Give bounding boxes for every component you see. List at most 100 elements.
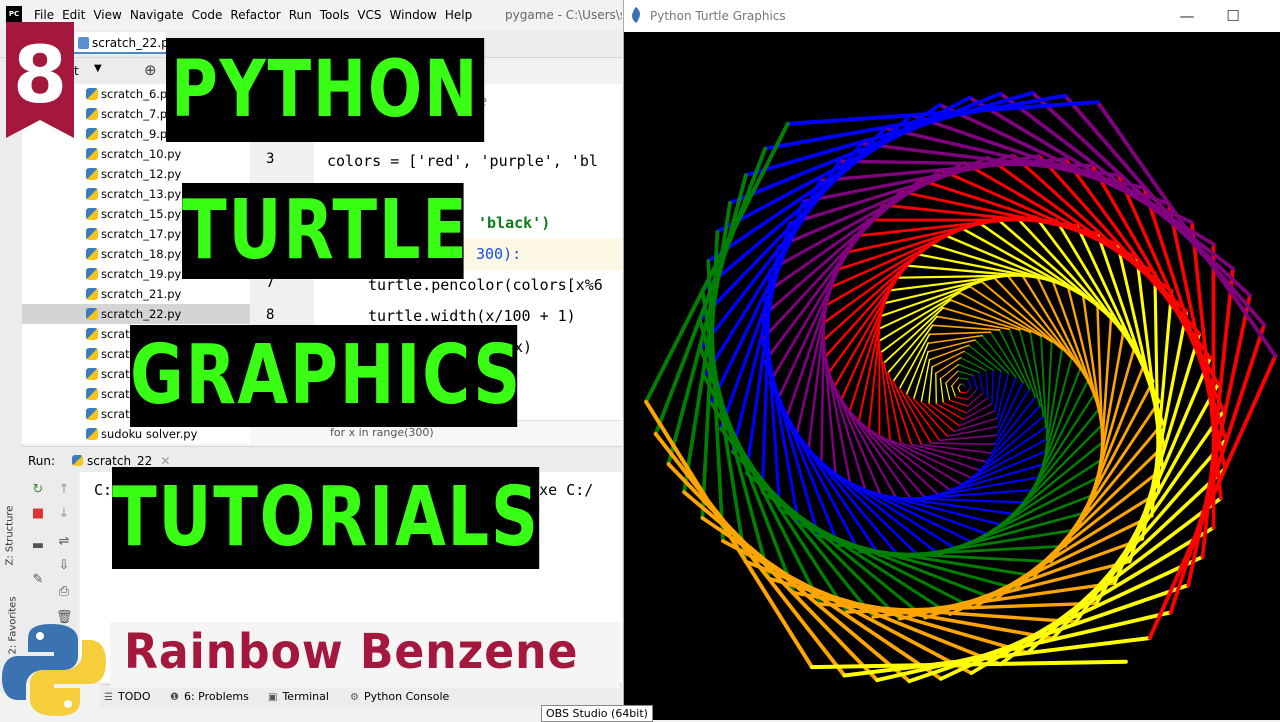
spiral-segment [968,379,971,387]
turtle-graphics-window: Python Turtle Graphics — ☐ ✕ [623,0,1280,720]
spiral-segment [950,400,968,406]
code-line: 300): [476,245,521,263]
layout-icon[interactable]: ▬ [30,538,46,554]
spiral-segment [979,372,983,393]
turtle-canvas [624,32,1280,720]
title-line: PYTHON [166,38,484,142]
python-file-icon [86,128,98,140]
python-logo-icon [2,620,106,720]
python-file-icon [72,455,83,466]
menu-view[interactable]: View [93,8,121,22]
line-number: 3 [266,151,274,167]
scroll-to-end-icon[interactable]: ⇩ [56,558,72,574]
print-icon[interactable]: ⎙ [56,584,72,600]
python-file-icon [86,368,98,380]
maximize-button[interactable]: ☐ [1210,2,1256,30]
python-console-tab[interactable]: ⚙Python Console [350,690,449,703]
menu-code[interactable]: Code [192,8,223,22]
file-item-selected[interactable]: scratch_22.py [22,304,250,324]
chevron-down-icon[interactable]: ▼ [94,63,102,74]
turtle-title-bar: Python Turtle Graphics — ☐ ✕ [624,0,1280,32]
obs-taskbar-item[interactable]: OBS Studio (64bit) [541,705,653,722]
menu-refactor[interactable]: Refactor [230,8,280,22]
spiral-segment [869,329,880,429]
locate-file-icon[interactable]: ⊕ [144,61,157,79]
arrow-down-icon[interactable]: ↓ [56,506,72,522]
file-item[interactable]: scratch_21.py [22,284,250,304]
spiral-segment [921,360,929,402]
python-file-icon [86,168,98,180]
spiral-segment [646,402,812,667]
terminal-icon: ▣ [268,692,277,703]
spiral-segment [930,332,991,334]
code-line: turtle.width(x/100 + 1) [368,307,576,325]
terminal-tab[interactable]: ▣Terminal [268,690,329,703]
run-tab[interactable]: scratch_22✕ [72,454,170,468]
turtle-window-title: Python Turtle Graphics [650,9,786,23]
minimize-button[interactable]: — [1164,2,1210,30]
python-file-icon [86,228,98,240]
soft-wrap-icon[interactable]: ⇌ [56,534,72,550]
python-console-icon: ⚙ [350,692,359,703]
spiral-segment [881,282,981,317]
file-item[interactable]: scratch_12.py [22,164,250,184]
spiral-segment [966,398,988,413]
spiral-segment [884,308,943,363]
spiral-segment [881,352,890,440]
title-line: TURTLE [182,183,464,279]
subtitle: Rainbow Benzene [124,624,578,680]
problems-tab[interactable]: ❶6: Problems [170,690,249,703]
structure-tool-label[interactable]: Z: Structure [4,506,15,566]
episode-badge: 8 [6,22,74,138]
close-icon[interactable]: ✕ [160,454,170,468]
spiral-segment [975,340,1008,373]
spiral-segment [850,411,925,497]
menu-help[interactable]: Help [445,8,472,22]
editor-tab-scratch-22[interactable]: scratch_22.py [74,32,166,54]
stop-icon[interactable]: ■ [30,506,46,522]
python-file-icon [86,208,98,220]
menu-bar: PC File Edit View Navigate Code Refactor… [0,0,622,30]
python-file-icon [86,188,98,200]
spiral-segment [973,375,977,389]
spiral-segment [859,316,881,421]
python-file-icon [86,88,98,100]
spiral-segment [961,358,986,371]
spiral-segment [885,278,995,303]
menu-items: File Edit View Navigate Code Refactor Ru… [34,8,480,22]
python-file-icon [86,348,98,360]
window-title: pygame - C:\Users\su [505,8,622,22]
spiral-segment [931,443,995,444]
file-item[interactable]: sudoku solver.py [22,424,250,444]
spiral-segment [960,392,966,393]
spiral-segment [940,379,943,403]
spiral-segment [956,397,968,400]
python-file-icon [86,428,98,440]
menu-navigate[interactable]: Navigate [130,8,184,22]
menu-file[interactable]: File [34,8,54,22]
warning-icon: ❶ [170,692,179,703]
python-file-icon [86,268,98,280]
spiral-segment [921,402,954,432]
pin-icon[interactable]: ✎ [30,572,46,588]
arrow-up-icon[interactable]: ↑ [56,482,72,498]
menu-tools[interactable]: Tools [320,8,350,22]
todo-tab[interactable]: ☰TODO [104,690,150,703]
spiral-segment [952,378,959,386]
menu-run[interactable]: Run [289,8,312,22]
spiral-segment [967,387,972,393]
python-file-icon [86,388,98,400]
spiral-segment [909,585,1188,681]
run-label: Run: [28,454,55,468]
menu-window[interactable]: Window [390,8,437,22]
title-line: GRAPHICS [130,325,517,427]
menu-edit[interactable]: Edit [62,8,85,22]
spiral-segment [880,287,970,329]
spiral-segment [990,332,1023,382]
menu-vcs[interactable]: VCS [357,8,381,22]
python-file-icon [86,148,98,160]
rerun-icon[interactable]: ↻ [30,482,46,498]
pycharm-logo-icon: PC [6,6,22,22]
code-line: 'black') [478,214,550,232]
file-item[interactable]: scratch_10.py [22,144,250,164]
